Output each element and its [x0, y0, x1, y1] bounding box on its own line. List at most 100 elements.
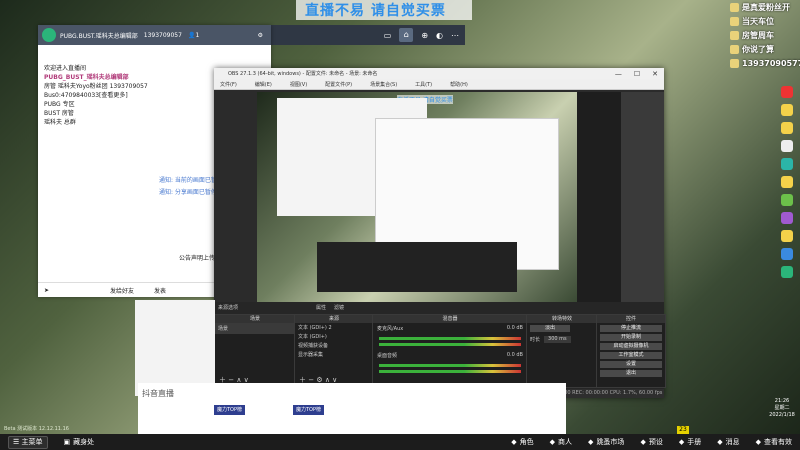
- track-name: 麦克风/Aux: [377, 326, 404, 332]
- app-icon[interactable]: [781, 86, 793, 98]
- properties-button[interactable]: 属性: [316, 304, 326, 311]
- taskbar-message[interactable]: ◆ 消息: [709, 434, 747, 450]
- app-icon[interactable]: [781, 140, 793, 152]
- app-icon[interactable]: [781, 230, 793, 242]
- start-recording-button[interactable]: 开始录制: [600, 334, 662, 341]
- hideout-button[interactable]: ▣ 藏身处: [56, 434, 103, 450]
- viewer-count: 1: [195, 31, 200, 39]
- app-icon[interactable]: [781, 158, 793, 170]
- view-icon: ◆: [755, 438, 761, 446]
- nested-lower: [317, 242, 517, 292]
- top-list-tile[interactable]: 魔力TOP榜: [214, 405, 246, 415]
- settings-icon[interactable]: ⚙: [258, 32, 263, 39]
- settings-button[interactable]: 设置: [600, 361, 662, 368]
- taskbar-market[interactable]: ◆ 跳蚤市场: [580, 434, 632, 450]
- source-item[interactable]: 视频捕获设备: [295, 341, 373, 350]
- virtual-camera-button[interactable]: 启动虚拟摄像机: [600, 343, 662, 350]
- system-clock: 21:26 星期二 2022/1/18: [764, 398, 800, 419]
- menu-file[interactable]: 文件(F): [220, 81, 237, 88]
- app-icon[interactable]: [781, 194, 793, 206]
- taskbar-shop[interactable]: ◆ 商人: [542, 434, 580, 450]
- taskbar-role[interactable]: ◆ 角色: [503, 434, 541, 450]
- exit-button[interactable]: 退出: [600, 370, 662, 377]
- badge-icon: [730, 58, 739, 68]
- notification-badge: 23: [677, 426, 689, 434]
- toggle-icon[interactable]: ◐: [436, 31, 443, 40]
- source-options-label: 来源选项: [218, 304, 239, 311]
- transition-select[interactable]: 淡出: [530, 325, 570, 332]
- obs-preview[interactable]: 直播不易 请自觉买票: [257, 92, 577, 302]
- clock-weekday: 星期二: [774, 405, 790, 411]
- close-icon[interactable]: ✕: [652, 70, 658, 78]
- clock-time: 21:26: [774, 398, 790, 404]
- douyin-toolbar: ▭ ⌂ ⊕ ◐ ⋯: [271, 25, 465, 45]
- menu-edit[interactable]: 编辑(E): [255, 81, 272, 88]
- duration-label: 时长: [530, 337, 541, 343]
- badge-icon: [730, 30, 739, 40]
- hideout-icon: ▣: [63, 438, 71, 446]
- vu-meter: [379, 337, 521, 340]
- filters-button[interactable]: 滤镜: [334, 304, 344, 311]
- menu-tools[interactable]: 工具(T): [415, 81, 432, 88]
- bottom-tab[interactable]: 发给好友: [110, 286, 134, 295]
- gamepad-icon[interactable]: ⊕: [421, 31, 428, 40]
- lower-left-panel: [135, 300, 215, 396]
- taskbar-preset[interactable]: ◆ 预设: [632, 434, 670, 450]
- app-icon[interactable]: [781, 248, 793, 260]
- role-icon: ◆: [511, 438, 517, 446]
- app-icon[interactable]: [781, 104, 793, 116]
- maximize-icon[interactable]: ☐: [634, 70, 640, 78]
- minimize-icon[interactable]: —: [615, 70, 622, 78]
- app-icon[interactable]: [781, 266, 793, 278]
- screen-icon[interactable]: ▭: [384, 31, 392, 40]
- user-icon: 👤: [187, 31, 196, 39]
- studio-mode-button[interactable]: 工作室模式: [600, 352, 662, 359]
- share-icon[interactable]: ➤: [38, 287, 55, 294]
- source-item[interactable]: 文本 (GDI+): [295, 332, 373, 341]
- obs-menubar: 文件(F) 编辑(E) 视图(V) 配置文件(P) 场景集合(S) 工具(T) …: [214, 79, 664, 90]
- source-item[interactable]: 文本 (GDI+) 2: [295, 323, 373, 332]
- douyin-lower-window: 抖音直播 魔力TOP榜 魔力TOP榜: [138, 383, 566, 435]
- overlay-row: 13937090577: [730, 56, 800, 70]
- controls-dock: 控件 停止推流 开始录制 启动虚拟摄像机 工作室模式 设置 退出: [596, 314, 666, 388]
- badge-icon: [730, 44, 739, 54]
- track-db: 0.0 dB: [506, 325, 523, 331]
- taskbar-view[interactable]: ◆ 查看有效: [748, 434, 800, 450]
- main-menu-button[interactable]: ☰ 主菜单: [0, 434, 56, 450]
- overlay-row: 你说了算: [730, 42, 800, 56]
- preview-right-strip: [577, 92, 621, 302]
- vu-meter: [379, 370, 521, 373]
- message-icon: ◆: [717, 438, 723, 446]
- banner-text: 直播不易 请自觉买票: [305, 3, 446, 19]
- app-icon[interactable]: [781, 212, 793, 224]
- more-icon[interactable]: ⋯: [451, 31, 459, 40]
- menu-scene-collection[interactable]: 场景集合(S): [370, 81, 397, 88]
- transitions-header: 转场特效: [527, 315, 597, 323]
- duration-row: 时长 300 ms: [527, 334, 597, 345]
- douyin-logo-icon[interactable]: [42, 28, 56, 42]
- duration-input[interactable]: 300 ms: [544, 336, 571, 343]
- taskbar-manual[interactable]: ◆ 手册: [671, 434, 709, 450]
- top-list-tile[interactable]: 魔力TOP榜: [293, 405, 325, 415]
- douyin-titlebar: PUBG.BUST.瑶科夫总编辑部 1393709057 👤 1 ⚙: [38, 25, 271, 45]
- app-icon[interactable]: [781, 122, 793, 134]
- menu-help[interactable]: 帮助(H): [450, 81, 468, 88]
- track-name: 桌面音频: [377, 353, 398, 359]
- douyin-title: PUBG.BUST.瑶科夫总编辑部: [60, 32, 138, 40]
- scenes-dock: 场景 场景 ＋ − ∧ ∨: [214, 314, 296, 388]
- stop-streaming-button[interactable]: 停止推流: [600, 325, 662, 332]
- menu-profile[interactable]: 配置文件(P): [325, 81, 352, 88]
- bottom-tab[interactable]: 发表: [154, 286, 166, 295]
- taskbar-right: ◆ 角色 ◆ 商人 ◆ 跳蚤市场 ◆ 预设 ◆ 手册 ◆ 消息 ◆ 查看有效: [503, 434, 800, 450]
- scenes-header: 场景: [215, 315, 295, 323]
- app-icon[interactable]: [781, 176, 793, 188]
- scene-item[interactable]: 场景: [215, 323, 295, 334]
- douyin-lower-label: 抖音直播: [142, 389, 174, 398]
- source-item[interactable]: 显示器采集: [295, 350, 373, 359]
- vu-meter: [379, 364, 521, 367]
- home-icon[interactable]: ⌂: [399, 28, 414, 42]
- menu-view[interactable]: 视图(V): [290, 81, 307, 88]
- sources-header: 来源: [295, 315, 373, 323]
- right-app-bar: [774, 82, 800, 412]
- obs-titlebar: OBS 27.1.3 (64-bit, windows) - 配置文件: 未命名…: [214, 68, 664, 79]
